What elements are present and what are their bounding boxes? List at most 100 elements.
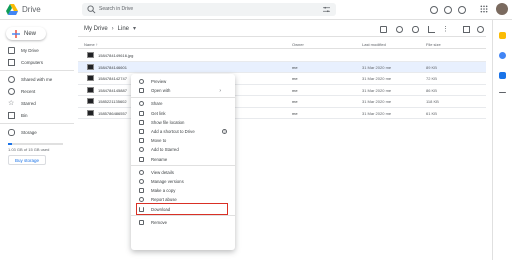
menu-item-move-to[interactable]: Move to <box>131 136 235 145</box>
breadcrumb-current[interactable]: Line <box>118 26 129 32</box>
column-modified[interactable]: Last modified <box>362 42 386 47</box>
rename-icon <box>139 156 144 162</box>
menu-item-label: Move to <box>151 138 167 144</box>
menu-item-label: Make a copy <box>151 188 176 194</box>
settings-icon[interactable] <box>458 6 466 14</box>
chevron-right-icon: › <box>219 87 221 94</box>
table-row[interactable]: 1584784149616.jpg <box>78 50 486 62</box>
calendar-addon-icon[interactable] <box>499 32 506 39</box>
sidebar-item-label: Computers <box>21 59 44 65</box>
menu-item-label: Report abuse <box>151 197 177 203</box>
search-options-icon[interactable] <box>323 6 330 13</box>
menu-item-add-shortcut[interactable]: Add a shortcut to Drive ? <box>131 127 235 136</box>
grid-view-icon[interactable] <box>463 26 470 33</box>
image-thumbnail <box>87 86 94 93</box>
menu-divider <box>131 215 235 217</box>
sidebar-item-bin[interactable]: Bin <box>0 109 74 121</box>
top-bar: Drive Search in Drive <box>0 0 512 20</box>
menu-item-report-abuse[interactable]: Report abuse <box>131 195 235 204</box>
versions-icon <box>139 178 144 184</box>
avatar[interactable] <box>496 3 508 15</box>
copy-icon <box>139 188 144 194</box>
file-modified: 31 Mar 2020 me <box>362 64 392 70</box>
menu-item-open-with[interactable]: Open with › <box>131 86 235 95</box>
sidebar-item-my-drive[interactable]: My Drive <box>0 44 74 56</box>
menu-item-share[interactable]: Share <box>131 99 235 108</box>
shortcut-icon <box>139 129 144 135</box>
move-icon <box>139 138 144 144</box>
menu-divider <box>131 165 235 167</box>
preview-icon <box>139 79 144 85</box>
main-toolbar: My Drive › Line ▾ ⋮ <box>78 22 486 36</box>
divider <box>0 123 74 124</box>
sidebar-nav: My Drive Computers Shared with me Recent… <box>0 44 74 138</box>
menu-divider <box>131 96 235 98</box>
report-icon <box>139 197 144 203</box>
sidebar-item-storage[interactable]: Storage <box>0 126 74 138</box>
menu-item-label: Add a shortcut to Drive <box>151 129 195 135</box>
menu-item-show-location[interactable]: Show file location <box>131 118 235 127</box>
breadcrumb-my-drive[interactable]: My Drive <box>84 26 108 32</box>
sidebar-item-shared[interactable]: Shared with me <box>0 73 74 85</box>
search-placeholder: Search in Drive <box>99 6 134 12</box>
new-button-label: New <box>24 30 37 37</box>
sidebar-item-starred[interactable]: ☆ Starred <box>0 97 74 109</box>
help-icon[interactable] <box>444 6 452 14</box>
menu-item-label: Open with <box>151 88 171 94</box>
my-drive-icon <box>8 46 15 54</box>
apps-grid-icon[interactable] <box>480 5 488 13</box>
search-icon[interactable] <box>87 5 96 14</box>
keep-addon-icon[interactable] <box>499 52 506 59</box>
file-modified: 31 Mar 2020 me <box>362 76 392 81</box>
menu-item-remove[interactable]: Remove <box>131 218 235 227</box>
menu-item-manage-versions[interactable]: Manage versions <box>131 177 235 186</box>
share-icon[interactable] <box>396 26 403 33</box>
new-button[interactable]: New <box>6 27 46 40</box>
divider <box>0 70 74 71</box>
menu-item-download[interactable]: Download <box>136 203 228 215</box>
info-icon[interactable] <box>477 26 484 33</box>
file-size: 72 KB <box>426 76 437 81</box>
file-modified: 31 Mar 2020 me <box>362 110 392 116</box>
file-name: 1585221135602 <box>98 99 127 104</box>
storage-fill <box>8 143 12 145</box>
menu-item-label: Show file location <box>151 119 185 125</box>
preview-icon[interactable] <box>412 26 419 33</box>
file-size: 86 KB <box>426 87 437 93</box>
menu-item-make-copy[interactable]: Make a copy <box>131 186 235 195</box>
clock-icon <box>8 87 15 95</box>
buy-storage-button[interactable]: Buy storage <box>8 155 46 165</box>
link-icon <box>139 110 144 116</box>
divider <box>499 92 506 93</box>
column-name[interactable]: Name ↑ <box>84 42 98 47</box>
file-name: 1584784142747 <box>98 76 127 81</box>
more-vert-icon[interactable]: ⋮ <box>442 26 449 33</box>
app-title: Drive <box>22 5 41 14</box>
table-row[interactable]: 1584784146601 me 31 Mar 2020 me 89 KB <box>78 61 486 73</box>
file-owner: me <box>292 64 298 70</box>
menu-item-view-details[interactable]: View details <box>131 168 235 177</box>
shared-icon <box>8 75 15 83</box>
help-icon[interactable]: ? <box>222 128 227 134</box>
menu-item-rename[interactable]: Rename <box>131 155 235 164</box>
menu-item-preview[interactable]: Preview <box>131 77 235 86</box>
trash-icon[interactable] <box>428 26 435 33</box>
file-name: 1584784149616.jpg <box>98 53 134 58</box>
menu-item-get-link[interactable]: Get link <box>131 109 235 118</box>
column-size[interactable]: File size <box>426 42 441 47</box>
sidebar-item-computers[interactable]: Computers <box>0 56 74 68</box>
search-bar[interactable]: Search in Drive <box>82 3 336 16</box>
get-link-icon[interactable] <box>380 26 387 33</box>
tasks-addon-icon[interactable] <box>499 72 506 79</box>
chevron-down-icon[interactable]: ▾ <box>133 25 136 32</box>
column-owner[interactable]: Owner <box>292 42 304 47</box>
image-thumbnail <box>87 52 94 58</box>
column-headers: Name ↑ Owner Last modified File size <box>78 40 486 49</box>
offline-status-icon[interactable] <box>430 6 438 14</box>
sidebar-item-recent[interactable]: Recent <box>0 85 74 97</box>
menu-item-label: Get link <box>151 110 166 116</box>
menu-item-add-starred[interactable]: Add to Starred <box>131 145 235 154</box>
sidebar-item-label: Storage <box>21 129 37 135</box>
menu-item-label: Remove <box>151 219 168 225</box>
file-modified: 31 Mar 2020 me <box>362 87 392 93</box>
